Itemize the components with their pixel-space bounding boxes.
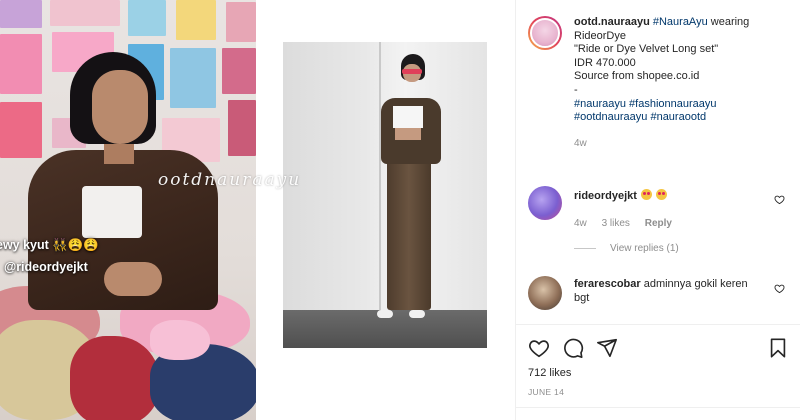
caption-line: -	[574, 83, 578, 96]
caption-and-comments[interactable]: ootd.nauraayu #NauraAyu wearing RideorDy…	[516, 0, 800, 324]
clothes-pile	[70, 336, 160, 420]
comment-body: ferarescobar adminnya gokil keren bgt	[574, 276, 754, 310]
comment-username[interactable]: ferarescobar	[574, 278, 641, 290]
figure-shoe	[409, 310, 425, 318]
like-comment-heart-icon[interactable]	[774, 194, 785, 205]
watermark-text: ootdnauraayu	[158, 170, 302, 190]
wall-poster	[226, 2, 256, 42]
caption-hashtag[interactable]: #NauraAyu	[653, 16, 708, 28]
commenter-avatar-icon[interactable]	[528, 186, 562, 220]
figure-waist	[395, 128, 421, 140]
caption-hashtags[interactable]: #nauraayu #fashionnauraayu	[574, 98, 784, 112]
photo-left: ewy kyut 👯‍♀️😩😩 @rideordyejkt	[0, 0, 256, 420]
caption-text: ootd.nauraayu #NauraAyu wearing RideorDy…	[574, 16, 784, 150]
comment-body: rideordyejkt 4w 3 likes Reply	[574, 186, 764, 230]
post-date: JUNE 14	[528, 387, 565, 397]
divider	[516, 407, 800, 408]
divider	[574, 248, 596, 249]
comment-item: rideordyejkt 4w 3 likes Reply	[528, 186, 764, 230]
wall-poster	[0, 0, 42, 28]
person-hand	[104, 262, 162, 296]
post-media[interactable]: ewy kyut 👯‍♀️😩😩 @rideordyejkt ootdnauraa…	[0, 0, 515, 420]
wall-poster	[170, 48, 216, 108]
view-replies-button[interactable]: View replies (1)	[574, 243, 679, 254]
view-replies-label: View replies (1)	[610, 243, 679, 254]
commenter-avatar-icon[interactable]	[528, 276, 562, 310]
person-top	[82, 186, 142, 238]
comment-item: ferarescobar adminnya gokil keren bgt	[528, 276, 754, 310]
wall-poster	[228, 100, 256, 156]
photo-right	[283, 42, 487, 348]
comment-meta: 4w 3 likes Reply	[574, 217, 764, 231]
clothes-pile	[150, 320, 210, 360]
caption-age: 4w	[574, 137, 587, 149]
save-bookmark-icon[interactable]	[767, 337, 789, 359]
figure-sunglasses	[402, 69, 422, 74]
caption-username[interactable]: ootd.nauraayu	[574, 16, 650, 28]
share-send-icon[interactable]	[596, 337, 618, 359]
caption-line: RideorDye	[574, 29, 626, 42]
reply-button[interactable]: Reply	[645, 218, 672, 229]
wall-poster	[176, 0, 216, 40]
profile-avatar-icon[interactable]	[528, 16, 562, 50]
wall-corner	[379, 42, 381, 312]
like-heart-icon[interactable]	[528, 337, 550, 359]
story-overlay-text: ewy kyut 👯‍♀️😩😩	[0, 238, 99, 252]
caption-line: IDR 470.000	[574, 56, 636, 69]
like-comment-heart-icon[interactable]	[774, 283, 785, 294]
wall-poster	[0, 102, 42, 158]
figure-pants	[387, 140, 431, 310]
story-overlay-mention: @rideordyejkt	[4, 260, 88, 274]
caption-line: wearing	[707, 16, 750, 28]
figure-top	[393, 106, 423, 128]
comment-likes[interactable]: 3 likes	[602, 218, 630, 229]
caption-line: Source from shopee.co.id	[574, 70, 700, 83]
comment-emoji	[640, 189, 668, 202]
heart-eyes-emoji-icon	[641, 189, 653, 200]
caption-line: "Ride or Dye Velvet Long set"	[574, 43, 719, 56]
wall-poster	[50, 0, 120, 26]
post-actions: 712 likes JUNE 14	[516, 324, 800, 420]
person-face	[92, 70, 148, 144]
wall-poster	[128, 0, 166, 36]
likes-count[interactable]: 712 likes	[528, 367, 571, 379]
heart-eyes-emoji-icon	[656, 189, 668, 200]
post-sidebar: ootd.nauraayu #NauraAyu wearing RideorDy…	[515, 0, 800, 420]
wall-poster	[222, 48, 256, 94]
caption-hashtags[interactable]: #ootdnauraayu #nauraootd	[574, 111, 784, 125]
comment-username[interactable]: rideordyejkt	[574, 190, 637, 202]
comment-bubble-icon[interactable]	[562, 337, 584, 359]
comment-age: 4w	[574, 217, 587, 229]
figure-shoe	[377, 310, 393, 318]
wall-poster	[0, 34, 42, 94]
caption: ootd.nauraayu #NauraAyu wearing RideorDy…	[528, 16, 784, 150]
